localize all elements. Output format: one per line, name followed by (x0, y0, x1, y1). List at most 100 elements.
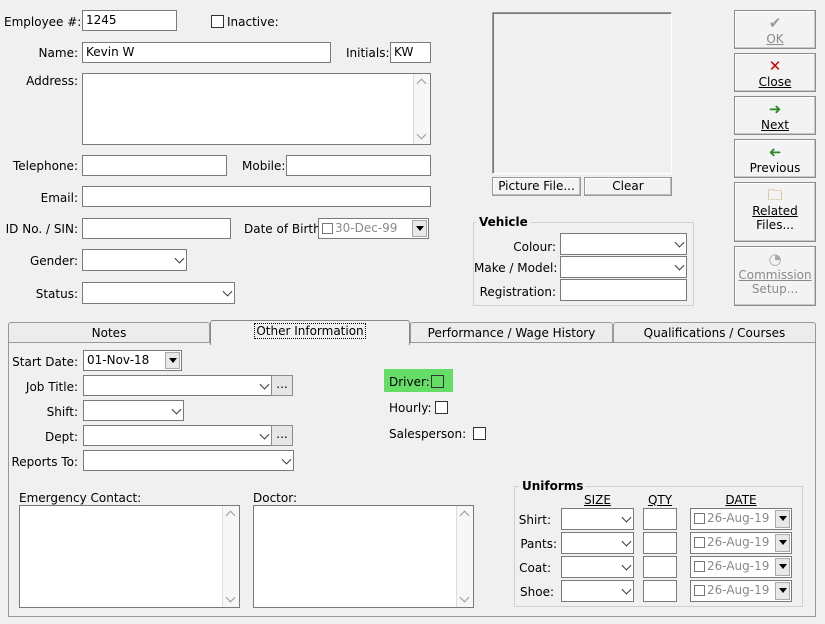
vehicle-colour-select[interactable] (560, 233, 687, 255)
start-date-label: Start Date: (12, 355, 78, 369)
picture-clear-button[interactable]: Clear (584, 177, 672, 196)
chevron-down-icon (259, 379, 270, 390)
chevron-down-icon (674, 237, 685, 248)
reports-to-label: Reports To: (11, 455, 78, 469)
next-button[interactable]: ➜ Next (734, 96, 816, 135)
status-select[interactable] (82, 282, 235, 304)
dept-browse-button[interactable]: ... (271, 425, 293, 446)
tab-performance-wage-history[interactable]: Performance / Wage History (410, 322, 613, 343)
start-date-picker[interactable]: 01-Nov-18 (83, 350, 182, 371)
previous-button[interactable]: ➜ Previous (734, 139, 816, 178)
dept-select[interactable] (83, 425, 272, 446)
doctor-scrollbar[interactable] (456, 506, 473, 607)
uniform-shoe-date-picker[interactable]: 26-Aug-19 (690, 580, 792, 602)
folder-icon: 🗀 (767, 186, 783, 204)
emergency-scrollbar[interactable] (222, 506, 239, 607)
address-scrollbar[interactable] (413, 74, 430, 144)
chevron-down-icon (222, 286, 233, 297)
chevron-down-icon (259, 429, 270, 440)
employee-picture (492, 12, 672, 174)
job-title-browse-button[interactable]: ... (271, 375, 293, 396)
inactive-checkbox[interactable] (211, 15, 224, 28)
scroll-up-icon[interactable] (459, 510, 470, 521)
uniform-coat-date-picker[interactable]: 26-Aug-19 (690, 556, 792, 578)
vehicle-title: Vehicle (476, 215, 531, 229)
dob-dropdown-icon[interactable] (412, 220, 427, 237)
scroll-down-icon[interactable] (459, 592, 470, 603)
dob-label: Date of Birth: (244, 222, 325, 236)
address-textarea[interactable] (82, 73, 431, 145)
dob-checkbox[interactable] (322, 223, 333, 234)
uniform-shirt-label: Shirt: (518, 513, 551, 527)
related-files-button[interactable]: 🗀 Related Files... (734, 182, 816, 242)
date-dropdown-icon[interactable] (775, 558, 790, 576)
uniform-coat-qty-input[interactable] (643, 556, 677, 578)
dob-datepicker[interactable]: 30-Dec-99 (318, 218, 429, 239)
clock-icon: ◔ (768, 250, 782, 268)
start-date-dropdown-icon[interactable] (165, 352, 180, 369)
ok-button[interactable]: ✔ OK (734, 10, 816, 49)
uniform-pants-date-checkbox[interactable] (694, 537, 705, 548)
scroll-down-icon[interactable] (225, 592, 236, 603)
chevron-down-icon (281, 454, 292, 465)
vehicle-make-select[interactable] (560, 256, 687, 278)
hourly-checkbox[interactable] (435, 401, 448, 414)
dept-label: Dept: (45, 430, 78, 444)
uniforms-date-header: DATE (725, 493, 757, 507)
emergency-contact-textarea[interactable] (19, 505, 240, 608)
tab-other-information[interactable]: Other Information (210, 320, 410, 345)
mobile-input[interactable] (286, 155, 431, 176)
uniforms-qty-header: QTY (647, 493, 673, 507)
close-button[interactable]: ✕ Close (734, 53, 816, 92)
name-input[interactable]: Kevin W (82, 42, 331, 63)
name-label: Name: (38, 46, 78, 60)
uniform-shirt-qty-input[interactable] (643, 508, 677, 530)
gender-select[interactable] (82, 249, 187, 271)
scroll-up-icon[interactable] (225, 510, 236, 521)
tab-notes[interactable]: Notes (8, 322, 210, 343)
chevron-down-icon (621, 584, 632, 595)
uniform-shirt-size-select[interactable] (561, 508, 634, 530)
vehicle-registration-input[interactable] (560, 279, 687, 301)
job-title-select[interactable] (83, 375, 272, 396)
chevron-down-icon (621, 560, 632, 571)
idno-label: ID No. / SIN: (5, 222, 78, 236)
vehicle-registration-label: Registration: (479, 285, 556, 299)
uniform-shirt-date-checkbox[interactable] (694, 513, 705, 524)
uniform-coat-date-checkbox[interactable] (694, 561, 705, 572)
employee-number-input[interactable]: 1245 (82, 10, 177, 31)
uniform-shirt-date-value: 26-Aug-19 (707, 511, 770, 525)
uniform-shoe-date-checkbox[interactable] (694, 585, 705, 596)
scroll-up-icon[interactable] (416, 78, 427, 89)
uniform-pants-date-picker[interactable]: 26-Aug-19 (690, 532, 792, 554)
uniform-pants-qty-input[interactable] (643, 532, 677, 554)
next-arrow-icon: ➜ (768, 100, 782, 118)
commission-setup-button[interactable]: ◔ Commission Setup... (734, 246, 816, 306)
chevron-down-icon (174, 253, 185, 264)
uniform-shoe-qty-input[interactable] (643, 580, 677, 602)
uniform-shoe-date-value: 26-Aug-19 (707, 583, 770, 597)
uniform-pants-date-value: 26-Aug-19 (707, 535, 770, 549)
tab-qualifications-courses[interactable]: Qualifications / Courses (613, 322, 816, 343)
date-dropdown-icon[interactable] (775, 534, 790, 552)
date-dropdown-icon[interactable] (775, 510, 790, 528)
salesperson-checkbox[interactable] (473, 427, 486, 440)
reports-to-select[interactable] (83, 450, 294, 471)
idno-input[interactable] (82, 218, 231, 239)
uniform-shirt-date-picker[interactable]: 26-Aug-19 (690, 508, 792, 530)
uniform-pants-size-select[interactable] (561, 532, 634, 554)
chevron-down-icon (674, 260, 685, 271)
scroll-down-icon[interactable] (416, 129, 427, 140)
shift-select[interactable] (83, 400, 184, 421)
checkmark-icon: ✔ (768, 14, 782, 32)
email-input[interactable] (82, 186, 431, 207)
telephone-input[interactable] (82, 155, 227, 176)
uniform-shoe-size-select[interactable] (561, 580, 634, 602)
picture-file-button[interactable]: Picture File... (492, 177, 581, 196)
initials-input[interactable]: KW (390, 42, 431, 63)
driver-checkbox[interactable] (431, 375, 444, 388)
date-dropdown-icon[interactable] (775, 582, 790, 600)
uniform-coat-size-select[interactable] (561, 556, 634, 578)
initials-label: Initials: (346, 46, 390, 60)
doctor-textarea[interactable] (253, 505, 474, 608)
